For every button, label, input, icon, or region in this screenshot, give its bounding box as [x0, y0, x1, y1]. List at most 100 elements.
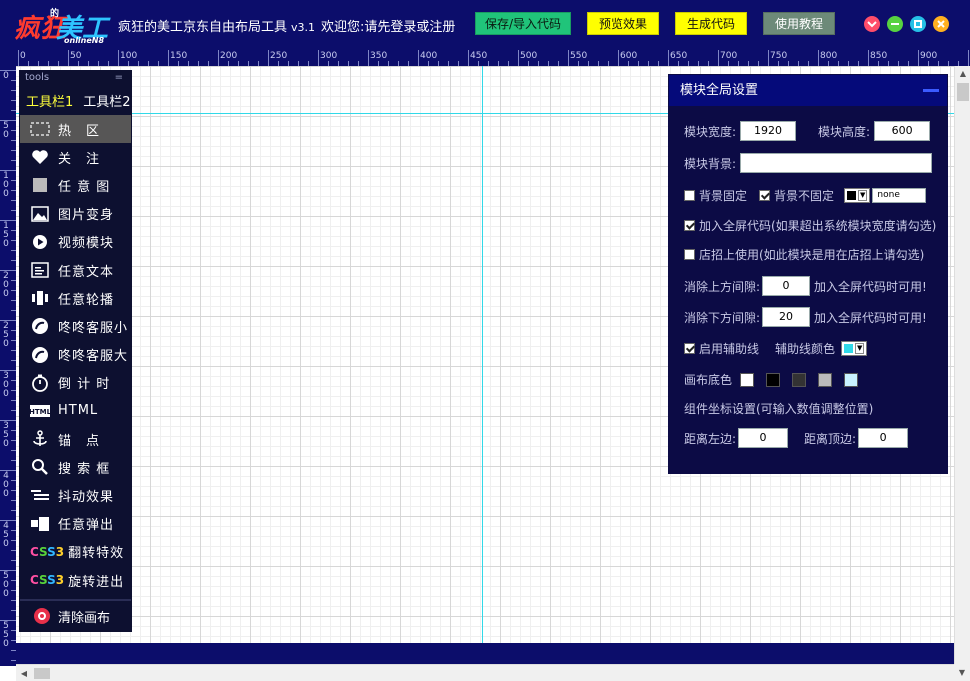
tool-item-chat-large[interactable]: 咚咚客服大	[20, 341, 131, 369]
background-row: 模块背景:	[684, 153, 933, 173]
ruler-top-label: 200	[220, 51, 238, 61]
save-import-button[interactable]: 保存/导入代码	[475, 12, 571, 35]
clear-canvas-button[interactable]: 清除画布	[20, 599, 131, 631]
ruler-tick	[818, 50, 819, 66]
text-icon	[30, 260, 50, 280]
fullscreen-checkbox[interactable]	[684, 220, 695, 231]
top-gap-input[interactable]: 0	[762, 276, 811, 296]
preview-button[interactable]: 预览效果	[587, 12, 659, 35]
tool-item-html[interactable]: HTML HTML	[20, 397, 131, 425]
tool-item-hotspot[interactable]: 热 区	[20, 115, 131, 144]
tab-toolbar-1[interactable]: 工具栏1	[26, 91, 73, 110]
canvas-bg-black-swatch[interactable]	[766, 372, 781, 387]
ruler-tick	[718, 50, 719, 66]
tool-item-follow[interactable]: 关 注	[20, 143, 131, 171]
coord-row: 组件坐标设置(可输入数值调整位置)	[684, 400, 873, 417]
minimize-icon[interactable]	[923, 89, 939, 92]
width-label: 模块宽度:	[684, 124, 737, 139]
canvas-bg-dark-gray-swatch[interactable]	[792, 372, 807, 387]
size-row: 模块宽度: 1920 模块高度: 600	[684, 121, 931, 141]
tool-item-chat-small[interactable]: 咚咚客服小	[20, 312, 131, 340]
bg-fixed-label: 背景固定	[699, 189, 748, 203]
background-label: 模块背景:	[684, 156, 737, 171]
tab-toolbar-2[interactable]: 工具栏2	[83, 91, 130, 110]
ruler-top-label: 0	[20, 51, 26, 61]
fullscreen-label: 加入全屏代码(如果超出系统模块宽度请勾选)	[699, 219, 937, 233]
canvas-bg-white-swatch[interactable]	[740, 372, 755, 387]
ruler-left: 0501001502002503003504004505005506	[0, 66, 16, 666]
ruler-left-label: 50	[3, 121, 9, 140]
bg-color-swatch	[847, 191, 857, 200]
ruler-top-label: 550	[570, 51, 588, 61]
guide-color-picker[interactable]: ▼	[841, 341, 868, 356]
tool-item-carousel[interactable]: 任意轮播	[20, 284, 131, 312]
tools-collapse-icon[interactable]: =	[115, 71, 123, 85]
ruler-tick	[368, 50, 369, 66]
canvas-bg-light-blue-swatch[interactable]	[844, 372, 859, 387]
left-input[interactable]: 0	[738, 428, 789, 448]
tool-item-video[interactable]: 视频模块	[20, 228, 131, 256]
tool-item-search-box[interactable]: 搜 索 框	[20, 453, 131, 481]
welcome-login-link[interactable]: 欢迎您:请先登录或注册	[321, 16, 455, 35]
top-gap-row: 消除上方间隙: 0 加入全屏代码时可用!	[684, 276, 927, 296]
height-input[interactable]: 600	[874, 121, 931, 141]
guide-line-vertical[interactable]	[482, 66, 483, 643]
background-input[interactable]	[740, 153, 933, 173]
tool-item-label: 旋转进出	[68, 574, 125, 590]
ruler-top-label: 500	[520, 51, 538, 61]
ruler-left-label: 500	[3, 571, 9, 599]
css3-icon: CSS3	[30, 544, 65, 559]
svg-text:HTML: HTML	[30, 408, 50, 416]
vertical-scrollbar[interactable]: ▲	[954, 66, 970, 664]
bottom-gap-row: 消除下方间隙: 20 加入全屏代码时可用!	[684, 307, 927, 327]
dropdown-arrow-icon: ▼	[858, 190, 868, 201]
tool-item-countdown[interactable]: 倒 计 时	[20, 369, 131, 397]
generate-code-button[interactable]: 生成代码	[675, 12, 747, 35]
bottom-gap-label: 消除下方间隙:	[684, 310, 761, 325]
app-header: 疯狂 的 美工 onlineN8 疯狂的美工京东自由布局工具 v3.1 欢迎您:请…	[0, 0, 970, 50]
tool-item-picture-transform[interactable]: 图片变身	[20, 200, 131, 228]
bg-color-picker[interactable]: ▼	[844, 188, 871, 203]
ruler-top: 0 50 100 150 200 250 300 350 400 450 500 550 600 650 7…	[0, 50, 970, 66]
ruler-left-label: 400	[3, 471, 9, 499]
clear-canvas-label: 清除画布	[58, 610, 111, 626]
horizontal-scroll-thumb[interactable]	[34, 668, 50, 679]
tool-item-shake[interactable]: 抖动效果	[20, 481, 131, 509]
tool-item-text[interactable]: 任意文本	[20, 256, 131, 284]
canvas-bg-swatches	[740, 372, 870, 387]
tool-item-popup[interactable]: 任意弹出	[20, 510, 131, 538]
minimize-icon[interactable]	[887, 16, 903, 32]
width-input[interactable]: 1920	[740, 121, 797, 141]
tool-item-label: 翻转特效	[68, 546, 125, 562]
chevron-down-icon[interactable]	[864, 16, 880, 32]
ruler-top-label: 650	[670, 51, 688, 61]
vertical-scroll-thumb[interactable]	[957, 83, 969, 101]
shop-header-checkbox[interactable]	[684, 249, 695, 260]
popup-icon	[30, 514, 50, 534]
tool-item-label: 倒 计 时	[58, 377, 111, 393]
tutorial-button[interactable]: 使用教程	[763, 12, 835, 35]
tool-item-anchor[interactable]: 锚 点	[20, 425, 131, 453]
bottom-gap-input[interactable]: 20	[762, 307, 811, 327]
canvas-bg-label: 画布底色	[684, 373, 733, 387]
top-input[interactable]: 0	[858, 428, 909, 448]
bg-color-input[interactable]: none	[872, 188, 927, 203]
tool-item-rotate[interactable]: CSS3 旋转进出	[20, 566, 131, 594]
ruler-tick	[868, 50, 869, 66]
scroll-left-icon[interactable]: ◀	[16, 665, 32, 681]
html-icon: HTML	[30, 401, 50, 421]
scroll-down-icon[interactable]: ▼	[954, 664, 970, 681]
bg-not-fixed-checkbox[interactable]	[759, 190, 771, 201]
ruler-tick	[468, 50, 469, 66]
horizontal-scrollbar[interactable]: ◀	[16, 664, 954, 681]
scroll-up-icon[interactable]: ▲	[955, 66, 970, 82]
tool-item-flip[interactable]: CSS3 翻转特效	[20, 538, 131, 566]
guides-checkbox[interactable]	[684, 343, 695, 354]
tool-item-any-image[interactable]: 任 意 图	[20, 171, 131, 199]
canvas-bg-light-gray-swatch[interactable]	[818, 372, 833, 387]
hotspot-icon	[30, 119, 50, 139]
tool-item-label: HTML	[58, 403, 99, 419]
close-icon[interactable]	[933, 16, 949, 32]
bg-fixed-checkbox[interactable]	[684, 190, 695, 201]
maximize-icon[interactable]	[910, 16, 926, 32]
